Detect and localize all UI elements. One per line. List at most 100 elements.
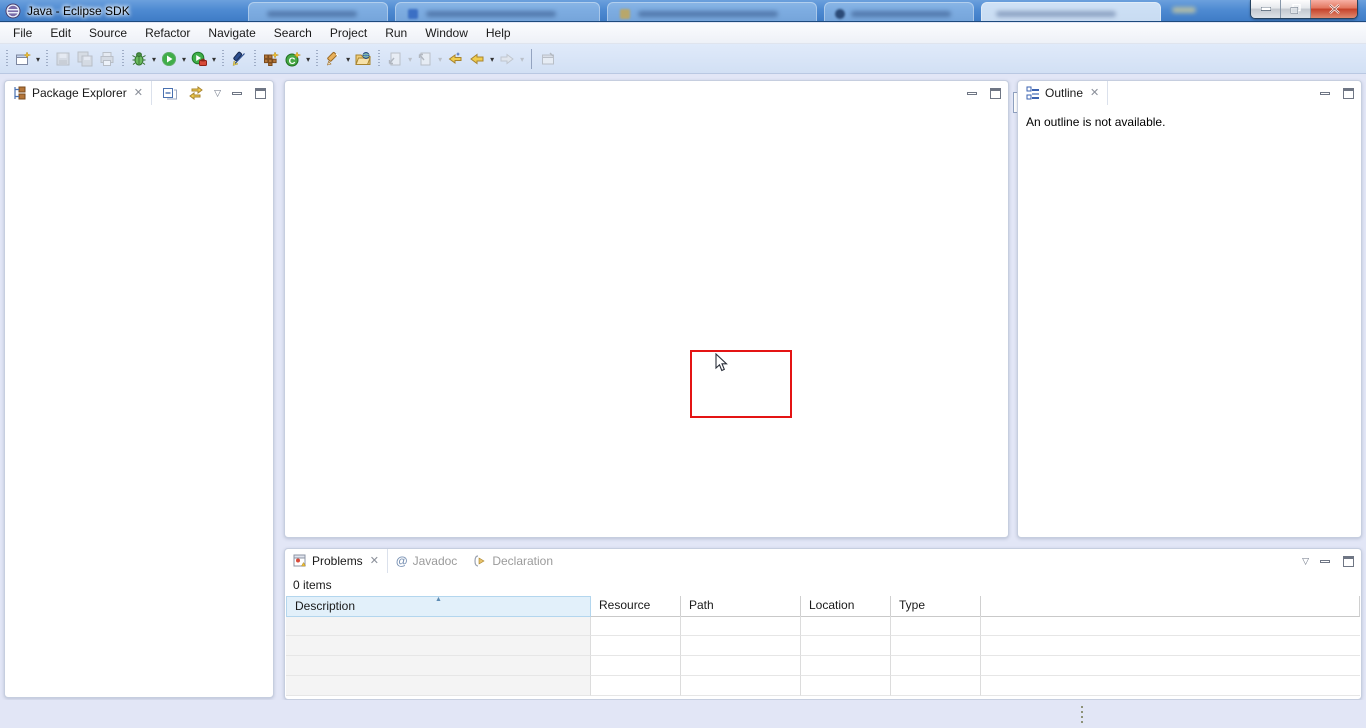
column-header-location[interactable]: Location — [801, 596, 891, 617]
toolbar-drag-handle[interactable] — [121, 50, 125, 68]
new-java-class-dropdown-arrow[interactable]: ▾ — [304, 55, 312, 64]
table-row[interactable] — [286, 676, 1360, 696]
toolbar-drag-handle[interactable] — [221, 50, 225, 68]
minimize-view-icon[interactable] — [1319, 88, 1332, 99]
outline-header: Outline ✕ — [1018, 81, 1361, 105]
next-annotation-icon — [387, 51, 403, 67]
toolbar-drag-handle[interactable] — [253, 50, 257, 68]
window-controls — [1250, 0, 1358, 19]
column-header-type[interactable]: Type — [891, 596, 981, 617]
javadoc-icon: @ — [396, 554, 408, 568]
menu-help[interactable]: Help — [477, 23, 520, 44]
column-header-filler — [981, 596, 1360, 617]
titlebar[interactable]: Java - Eclipse SDK — [0, 0, 1366, 22]
status-bar-drag-handle[interactable] — [1080, 706, 1083, 726]
forward-arrow-icon — [499, 51, 515, 67]
view-menu-icon[interactable]: ▽ — [1302, 557, 1309, 566]
new-wizard-dropdown-arrow[interactable]: ▾ — [34, 55, 42, 64]
outline-tab[interactable]: Outline ✕ — [1018, 81, 1108, 105]
bottom-header: Problems ✕ @ Javadoc Declaration ▽ — [285, 549, 1361, 573]
package-explorer-header: Package Explorer ✕ ▽ — [5, 81, 273, 105]
menu-source[interactable]: Source — [80, 23, 136, 44]
print-icon — [99, 51, 115, 67]
declaration-tab[interactable]: Declaration — [465, 549, 561, 573]
background-browser-button — [1172, 7, 1196, 13]
link-with-editor-icon[interactable] — [188, 85, 204, 101]
web-browser-button[interactable] — [352, 48, 374, 70]
maximize-view-icon[interactable] — [1342, 556, 1355, 567]
previous-annotation-dropdown-arrow: ▾ — [436, 55, 444, 64]
collapse-all-icon[interactable] — [162, 85, 178, 101]
external-tools-icon — [191, 51, 207, 67]
external-tools-button[interactable] — [188, 48, 210, 70]
background-browser-tab — [981, 2, 1161, 22]
column-header-path[interactable]: Path — [681, 596, 801, 617]
new-wizard-button[interactable] — [12, 48, 34, 70]
search-button[interactable] — [228, 48, 250, 70]
last-edit-location-icon — [447, 51, 463, 67]
menu-search[interactable]: Search — [265, 23, 321, 44]
save-all-icon — [77, 51, 93, 67]
editor-area — [284, 80, 1009, 538]
main-toolbar: ▾ — [0, 44, 1366, 74]
menu-window[interactable]: Window — [416, 23, 477, 44]
toolbar-drag-handle[interactable] — [45, 50, 49, 68]
outline-tab-label: Outline — [1045, 86, 1083, 100]
package-explorer-content[interactable] — [5, 105, 273, 697]
open-task-dropdown-arrow[interactable]: ▾ — [344, 55, 352, 64]
close-button[interactable] — [1311, 0, 1357, 18]
problems-tab[interactable]: Problems ✕ — [285, 549, 388, 573]
package-explorer-tab[interactable]: Package Explorer ✕ — [5, 81, 152, 105]
editor-content[interactable] — [285, 105, 1008, 537]
menu-file[interactable]: File — [4, 23, 41, 44]
debug-dropdown-arrow[interactable]: ▾ — [150, 55, 158, 64]
back-button[interactable] — [466, 48, 488, 70]
last-edit-location-button[interactable] — [444, 48, 466, 70]
table-row[interactable] — [286, 636, 1360, 656]
javadoc-tab[interactable]: @ Javadoc — [388, 549, 465, 573]
close-icon[interactable]: ✕ — [1088, 88, 1099, 99]
minimize-button[interactable] — [1251, 0, 1281, 18]
save-button — [52, 48, 74, 70]
status-bar — [0, 700, 1366, 728]
new-java-class-button[interactable]: C — [282, 48, 304, 70]
external-tools-dropdown-arrow[interactable]: ▾ — [210, 55, 218, 64]
menu-edit[interactable]: Edit — [41, 23, 80, 44]
view-menu-icon[interactable]: ▽ — [214, 89, 221, 98]
restore-button[interactable] — [1281, 0, 1311, 18]
column-header-resource[interactable]: Resource — [591, 596, 681, 617]
minimize-editor-icon[interactable] — [966, 88, 979, 99]
minimize-view-icon[interactable] — [1319, 556, 1332, 567]
maximize-view-icon[interactable] — [1342, 88, 1355, 99]
open-task-button[interactable] — [322, 48, 344, 70]
run-button[interactable] — [158, 48, 180, 70]
menu-refactor[interactable]: Refactor — [136, 23, 199, 44]
close-icon[interactable]: ✕ — [132, 88, 143, 99]
outline-message: An outline is not available. — [1018, 105, 1361, 129]
back-dropdown-arrow[interactable]: ▾ — [488, 55, 496, 64]
table-row[interactable] — [286, 616, 1360, 636]
maximize-editor-icon[interactable] — [989, 88, 1002, 99]
toolbar-drag-handle[interactable] — [315, 50, 319, 68]
new-java-project-button[interactable] — [260, 48, 282, 70]
column-header-description[interactable]: ▲ Description — [286, 596, 591, 617]
run-dropdown-arrow[interactable]: ▾ — [180, 55, 188, 64]
next-annotation-button — [384, 48, 406, 70]
run-icon — [161, 51, 177, 67]
toolbar-separator — [531, 49, 532, 69]
debug-button[interactable] — [128, 48, 150, 70]
menubar: File Edit Source Refactor Navigate Searc… — [0, 23, 1366, 44]
table-row[interactable] — [286, 656, 1360, 676]
problems-tab-label: Problems — [312, 554, 363, 568]
toolbar-drag-handle[interactable] — [5, 50, 9, 68]
close-icon[interactable]: ✕ — [368, 556, 379, 567]
menu-navigate[interactable]: Navigate — [199, 23, 264, 44]
menu-run[interactable]: Run — [376, 23, 416, 44]
outline-icon — [1026, 86, 1040, 100]
toolbar-drag-handle[interactable] — [377, 50, 381, 68]
minimize-view-icon[interactable] — [231, 88, 244, 99]
maximize-view-icon[interactable] — [254, 88, 267, 99]
declaration-icon — [473, 554, 487, 568]
problems-items-count: 0 items — [285, 573, 1361, 595]
menu-project[interactable]: Project — [321, 23, 376, 44]
